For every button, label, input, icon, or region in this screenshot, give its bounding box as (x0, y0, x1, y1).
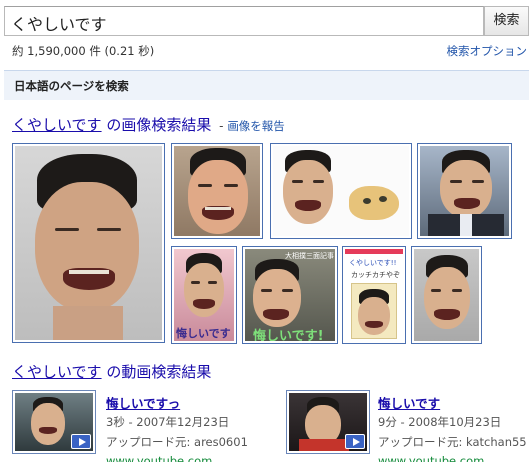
japanese-pages-bar: 日本語のページを検索 (4, 70, 529, 100)
search-button[interactable]: 検索 (484, 6, 529, 36)
thumbnail-image: 悔しいです (174, 249, 234, 341)
video-results-title: くやしいです の動画検索結果 (12, 361, 211, 382)
play-icon (71, 434, 91, 449)
image-thumbnail-3[interactable] (270, 143, 412, 239)
video-uploader: アップロード元: katchan55 (378, 435, 527, 449)
title-separator: - (215, 119, 228, 133)
video-thumbnail-image (289, 393, 367, 451)
thumbnail-image (420, 146, 509, 236)
video-duration-date: 3秒 - 2007年12月23日 (106, 415, 230, 429)
thumbnail-image: くやしいです!! カッチカチやぞ (345, 249, 403, 341)
image-thumbnail-6[interactable]: 大相撲三面記事 悔しいです! (242, 246, 338, 344)
image-thumbnail-2[interactable] (171, 143, 263, 239)
image-thumbnail-4[interactable] (417, 143, 512, 239)
thumbnail-image (15, 146, 162, 340)
thumbnail-image: 大相撲三面記事 悔しいです! (245, 249, 335, 341)
video-thumbnail-2[interactable] (286, 390, 370, 454)
thumbnail-caption-top: 大相撲三面記事 (285, 252, 334, 260)
thumbnail-subcaption: カッチカチやぞ (351, 271, 400, 279)
report-images-link[interactable]: 画像を報告 (227, 119, 285, 133)
search-input[interactable]: くやしいです (4, 6, 484, 36)
image-thumbnail-8[interactable] (411, 246, 482, 344)
image-thumbnail-5[interactable]: 悔しいです (171, 246, 237, 344)
video-title-link[interactable]: 悔しいです (378, 393, 440, 412)
thumbnail-caption: くやしいです!! (349, 259, 397, 267)
image-thumbnail-7[interactable]: くやしいです!! カッチカチやぞ (342, 246, 406, 344)
thumbnail-caption: 悔しいです (176, 327, 231, 340)
japanese-pages-link[interactable]: 日本語のページを検索 (14, 78, 129, 94)
video-url: www.youtube.com (378, 454, 485, 462)
video-title-link[interactable]: 悔しいですっ (106, 393, 180, 412)
video-thumbnail-image (15, 393, 93, 451)
image-results-title-rest[interactable]: の画像検索結果 (102, 116, 211, 134)
thumbnail-image (414, 249, 479, 341)
video-uploader: アップロード元: ares0601 (106, 435, 248, 449)
result-stats: 約 1,590,000 件 (0.21 秒) (12, 44, 155, 58)
video-results-query-link[interactable]: くやしいです (12, 363, 102, 381)
search-options-link[interactable]: 検索オプション (447, 43, 528, 59)
image-results-title: くやしいです の画像検索結果 - 画像を報告 (12, 114, 285, 135)
play-icon (345, 434, 365, 449)
thumbnail-image (174, 146, 260, 236)
video-duration-date: 9分 - 2008年10月23日 (378, 415, 502, 429)
video-url: www.youtube.com (106, 454, 213, 462)
thumbnail-caption: 悔しいです! (253, 329, 324, 341)
video-thumbnail-1[interactable] (12, 390, 96, 454)
video-results-title-rest[interactable]: の動画検索結果 (102, 363, 211, 381)
image-thumbnail-1[interactable] (12, 143, 165, 343)
image-results-query-link[interactable]: くやしいです (12, 116, 102, 134)
thumbnail-image (273, 146, 409, 236)
